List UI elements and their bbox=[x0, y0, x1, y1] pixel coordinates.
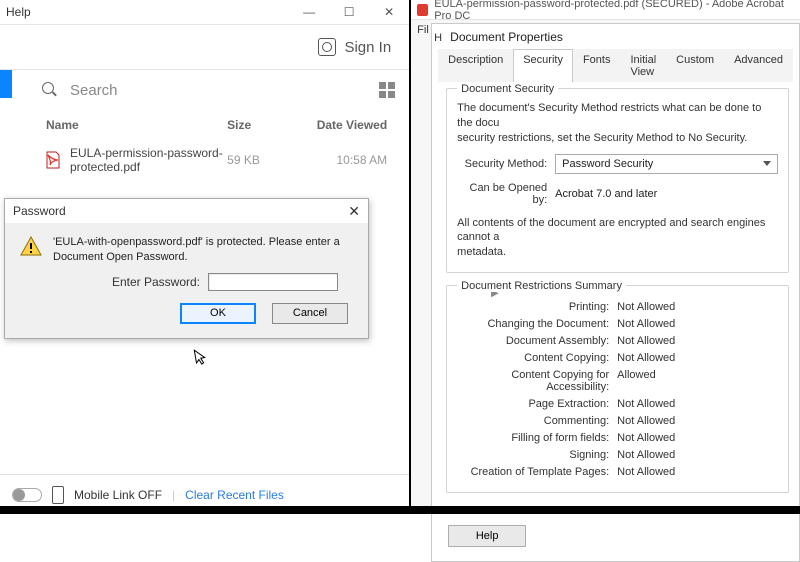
restriction-value: Not Allowed bbox=[617, 466, 675, 478]
restriction-value: Not Allowed bbox=[617, 352, 675, 364]
restriction-value: Not Allowed bbox=[617, 449, 675, 461]
opened-by-label: Can be Opened by: bbox=[457, 182, 547, 206]
tab-fonts[interactable]: Fonts bbox=[573, 49, 621, 82]
menu-h-fragment: H bbox=[432, 28, 440, 44]
restriction-row: Creation of Template Pages:Not Allowed bbox=[457, 463, 778, 480]
acrobat-home-window: Help ― ☐ ✕ Sign In bbox=[0, 0, 411, 514]
restriction-row: Commenting:Not Allowed bbox=[457, 412, 778, 429]
restriction-row: Content Copying for Accessibility:Allowe… bbox=[457, 366, 778, 395]
security-method-select[interactable]: Password Security bbox=[555, 154, 778, 174]
restriction-row: Signing:Not Allowed bbox=[457, 446, 778, 463]
sign-in-button[interactable]: Sign In bbox=[318, 38, 391, 56]
restriction-value: Not Allowed bbox=[617, 301, 675, 313]
mobile-icon bbox=[52, 486, 64, 504]
tab-description[interactable]: Description bbox=[438, 49, 513, 82]
cancel-button[interactable]: Cancel bbox=[272, 303, 348, 324]
security-method-label: Security Method: bbox=[457, 158, 547, 170]
window-minimize-button[interactable]: ― bbox=[289, 0, 329, 24]
document-properties-dialog: H Document Properties DescriptionSecurit… bbox=[431, 23, 800, 562]
restriction-key: Content Copying for Accessibility: bbox=[457, 369, 617, 393]
restriction-key: Signing: bbox=[457, 449, 617, 461]
col-date[interactable]: Date Viewed bbox=[297, 118, 387, 132]
opened-by-value: Acrobat 7.0 and later bbox=[555, 188, 657, 200]
group-title: Document Security bbox=[457, 83, 558, 95]
top-toolbar: Sign In bbox=[0, 24, 409, 70]
tab-custom[interactable]: Custom bbox=[666, 49, 724, 82]
restriction-key: Page Extraction: bbox=[457, 398, 617, 410]
restriction-row: Changing the Document:Not Allowed bbox=[457, 315, 778, 332]
restriction-key: Filling of form fields: bbox=[457, 432, 617, 444]
window-titlebar: EULA-permission-password-protected.pdf (… bbox=[411, 0, 800, 20]
tab-security[interactable]: Security bbox=[513, 49, 573, 82]
col-name[interactable]: Name bbox=[46, 118, 227, 132]
password-input[interactable] bbox=[208, 273, 338, 291]
password-dialog: Password ✕ 'EULA-with-openpassword.pdf' … bbox=[4, 198, 369, 339]
dialog-close-button[interactable]: ✕ bbox=[348, 203, 360, 220]
group-title: Document Restrictions Summary bbox=[457, 280, 626, 292]
restriction-key: Document Assembly: bbox=[457, 335, 617, 347]
restriction-value: Not Allowed bbox=[617, 415, 675, 427]
window-close-button[interactable]: ✕ bbox=[369, 0, 409, 24]
document-security-group: Document Security The document's Securit… bbox=[446, 88, 789, 273]
restriction-key: Creation of Template Pages: bbox=[457, 466, 617, 478]
restriction-row: Printing:Not Allowed bbox=[457, 298, 778, 315]
file-name: EULA-permission-password-protected.pdf bbox=[70, 146, 227, 174]
window-maximize-button[interactable]: ☐ bbox=[329, 0, 369, 24]
tab-advanced[interactable]: Advanced bbox=[724, 49, 793, 82]
restriction-value: Not Allowed bbox=[617, 318, 675, 330]
user-icon bbox=[318, 38, 336, 56]
dialog-title: Document Properties bbox=[440, 24, 573, 48]
password-label: Enter Password: bbox=[112, 275, 200, 289]
restriction-value: Not Allowed bbox=[617, 432, 675, 444]
bottom-black-bar bbox=[0, 506, 800, 514]
ok-button[interactable]: OK bbox=[180, 303, 256, 324]
menu-file[interactable]: Fil bbox=[411, 20, 431, 36]
restrictions-group: Document Restrictions Summary Printing:N… bbox=[446, 285, 789, 493]
pdf-icon bbox=[44, 151, 62, 169]
properties-tabs: DescriptionSecurityFontsInitial ViewCust… bbox=[438, 48, 793, 82]
search-input[interactable] bbox=[68, 81, 379, 100]
mobile-link-label: Mobile Link OFF bbox=[74, 488, 162, 502]
sign-in-label: Sign In bbox=[344, 39, 391, 56]
restriction-key: Printing: bbox=[457, 301, 617, 313]
clear-recent-link[interactable]: Clear Recent Files bbox=[185, 488, 284, 502]
dialog-title: Password bbox=[13, 204, 66, 218]
recent-file-row[interactable]: EULA-permission-password-protected.pdf 5… bbox=[30, 138, 409, 182]
restriction-value: Allowed bbox=[617, 369, 656, 393]
file-list-header: Name Size Date Viewed bbox=[30, 110, 409, 138]
help-button[interactable]: Help bbox=[448, 525, 526, 547]
menu-bar: Help ― ☐ ✕ bbox=[0, 0, 409, 24]
restriction-key: Content Copying: bbox=[457, 352, 617, 364]
restriction-value: Not Allowed bbox=[617, 398, 675, 410]
restriction-row: Page Extraction:Not Allowed bbox=[457, 395, 778, 412]
restriction-row: Document Assembly:Not Allowed bbox=[457, 332, 778, 349]
mobile-link-toggle[interactable] bbox=[12, 488, 42, 502]
app-icon bbox=[417, 4, 428, 16]
dialog-message: 'EULA-with-openpassword.pdf' is protecte… bbox=[53, 235, 354, 265]
search-icon bbox=[42, 82, 58, 98]
window-title: EULA-permission-password-protected.pdf (… bbox=[434, 0, 794, 22]
restriction-row: Filling of form fields:Not Allowed bbox=[457, 429, 778, 446]
grid-view-icon[interactable] bbox=[379, 82, 395, 98]
sidebar-selected-indicator bbox=[0, 70, 12, 98]
file-date: 10:58 AM bbox=[297, 153, 387, 167]
tab-initial-view[interactable]: Initial View bbox=[620, 49, 666, 82]
file-size: 59 KB bbox=[227, 153, 297, 167]
menu-help[interactable]: Help bbox=[6, 5, 31, 19]
acrobat-properties-window: EULA-permission-password-protected.pdf (… bbox=[411, 0, 800, 514]
col-size[interactable]: Size bbox=[227, 118, 297, 132]
restriction-key: Changing the Document: bbox=[457, 318, 617, 330]
chevron-down-icon bbox=[763, 161, 771, 166]
restriction-key: Commenting: bbox=[457, 415, 617, 427]
security-method-value: Password Security bbox=[562, 158, 653, 170]
encrypted-note: All contents of the document are encrypt… bbox=[457, 216, 778, 261]
warning-icon bbox=[19, 235, 43, 259]
restriction-row: Content Copying:Not Allowed bbox=[457, 349, 778, 366]
security-description: The document's Security Method restricts… bbox=[457, 101, 778, 146]
restriction-value: Not Allowed bbox=[617, 335, 675, 347]
